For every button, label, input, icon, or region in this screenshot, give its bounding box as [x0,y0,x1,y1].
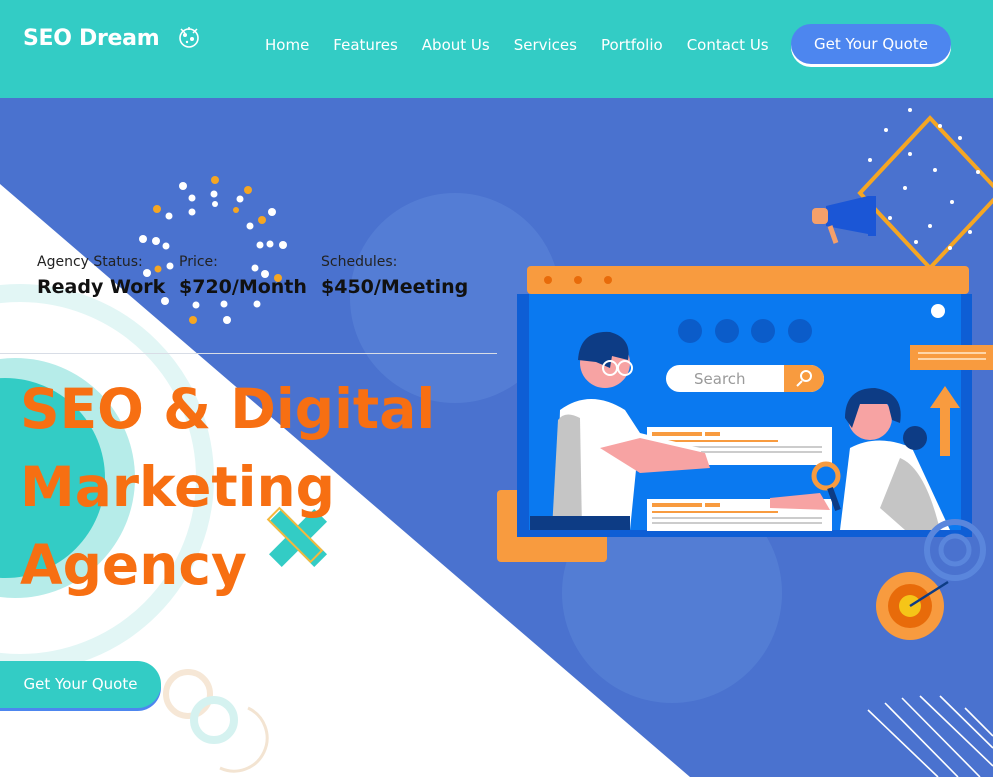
info-schedules: Schedules: $450/Meeting [321,254,468,298]
headline-line: Marketing [20,455,336,519]
nav-services[interactable]: Services [514,36,577,54]
main-nav: Home Features About Us Services Portfoli… [265,36,793,54]
divider [0,353,497,354]
hero-quote-button[interactable]: Get Your Quote [0,661,161,708]
site-header: SEO Dream Home Features About Us Service… [0,0,993,98]
nav-about-us[interactable]: About Us [422,36,490,54]
info-agency-status: Agency Status: Ready Work [37,254,165,298]
info-price: Price: $720/Month [179,254,307,298]
monitor-illustration [517,266,972,537]
headline-line: SEO & Digital [20,377,436,441]
target-icon [876,572,949,640]
nav-features[interactable]: Features [333,36,398,54]
info-label: Agency Status: [37,254,143,270]
megaphone-icon [812,196,876,244]
info-value: Ready Work [37,276,166,298]
nav-contact-us[interactable]: Contact Us [687,36,769,54]
info-value: $450/Meeting [321,276,469,298]
headline-line: Agency [20,533,247,597]
info-value: $720/Month [179,276,307,298]
info-label: Schedules: [321,254,398,270]
header-quote-button[interactable]: Get Your Quote [791,24,951,64]
dot-cluster [139,176,287,324]
nav-home[interactable]: Home [265,36,309,54]
nav-portfolio[interactable]: Portfolio [601,36,663,54]
hero-headline: SEO & Digital Marketing Agency [20,370,480,604]
logo-icon [179,27,199,48]
logo-text[interactable]: SEO Dream [23,26,160,51]
hero-section: Search Agency Status: Ready Work Price: … [0,98,993,777]
info-label: Price: [179,254,218,270]
search-input[interactable]: Search [694,368,779,390]
